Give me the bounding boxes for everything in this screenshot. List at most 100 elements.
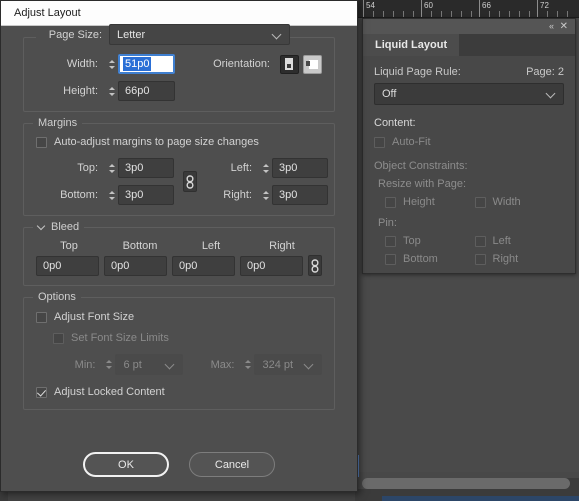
horizontal-ruler[interactable]: 54 60 66 72	[355, 0, 579, 18]
liquid-page-rule-select[interactable]: Off	[374, 83, 564, 105]
scrollbar-thumb[interactable]	[362, 478, 570, 489]
auto-adjust-margins-checkbox[interactable]	[36, 136, 47, 148]
adjust-locked-content-label: Adjust Locked Content	[54, 386, 165, 398]
margin-bottom-label: Bottom:	[60, 189, 98, 201]
bleed-right-input[interactable]: 0p0	[240, 255, 303, 276]
bleed-header-right: Right	[269, 240, 295, 252]
bleed-link-icon[interactable]	[308, 255, 322, 276]
pin-top-checkbox[interactable]	[385, 235, 396, 247]
ruler-label: 54	[366, 1, 375, 10]
margin-left-label: Left:	[230, 162, 252, 174]
page-size-value: Letter	[117, 28, 146, 41]
bleed-header-top: Top	[60, 240, 78, 252]
margin-right-label: Right:	[223, 189, 252, 201]
ok-button[interactable]: OK	[83, 452, 169, 477]
options-group: Options Adjust Font Size Set Font Size L…	[23, 291, 335, 410]
pin-right-checkbox[interactable]	[474, 253, 486, 265]
resize-width-label: Width	[492, 196, 521, 208]
min-font-size-label: Min:	[74, 358, 96, 371]
auto-adjust-margins-label: Auto-adjust margins to page size changes	[54, 136, 259, 148]
margin-bottom-input[interactable]: 3p0	[118, 185, 174, 205]
width-value: 51p0	[123, 57, 152, 71]
page-size-select[interactable]: Letter	[109, 24, 290, 45]
auto-fit-label: Auto-Fit	[392, 136, 431, 148]
margin-left-stepper[interactable]	[259, 158, 272, 178]
ruler-label: 72	[540, 1, 549, 10]
margin-right-value: 3p0	[279, 189, 298, 201]
content-section-label: Content:	[374, 117, 416, 129]
min-font-size-value: 6 pt	[123, 358, 142, 371]
chevron-down-icon	[38, 223, 46, 231]
width-input[interactable]: 51p0	[118, 54, 175, 74]
chevron-down-icon	[305, 360, 314, 369]
max-font-size-stepper[interactable]	[241, 354, 255, 375]
bleed-header-left: Left	[201, 240, 221, 252]
adjust-layout-dialog: Adjust Layout Page Size: Letter Width: 5…	[0, 0, 358, 492]
bleed-bottom-value: 0p0	[111, 259, 130, 272]
margin-left-value: 3p0	[279, 162, 298, 174]
liquid-page-rule-value: Off	[382, 88, 397, 100]
min-font-size-select[interactable]: 6 pt	[115, 354, 183, 375]
pin-bottom-checkbox[interactable]	[385, 253, 396, 265]
panel-titlebar: « ✕	[363, 19, 575, 34]
page-size-label: Page Size:	[36, 28, 109, 41]
panel-tabstrip: Liquid Layout	[363, 34, 575, 56]
margin-bottom-stepper[interactable]	[105, 185, 118, 205]
max-font-size-value: 324 pt	[262, 358, 294, 371]
resize-height-label: Height	[403, 196, 435, 208]
chevron-down-icon	[547, 89, 556, 98]
min-font-size-stepper[interactable]	[102, 354, 116, 375]
height-value: 66p0	[125, 85, 150, 97]
pin-left-checkbox[interactable]	[474, 235, 486, 247]
horizontal-scrollbar[interactable]	[362, 478, 579, 489]
bleed-title-wrap[interactable]: Bleed	[33, 221, 85, 233]
height-input[interactable]: 66p0	[118, 81, 175, 101]
bleed-top-input[interactable]: 0p0	[36, 255, 99, 276]
height-stepper[interactable]	[105, 81, 118, 101]
margin-right-input[interactable]: 3p0	[272, 185, 328, 205]
width-label: Width:	[66, 58, 98, 70]
bleed-left-input[interactable]: 0p0	[172, 255, 235, 276]
margin-top-input[interactable]: 3p0	[118, 158, 174, 178]
adjust-font-size-checkbox[interactable]	[36, 311, 47, 323]
pin-left-label: Left	[492, 235, 511, 247]
collapse-icon[interactable]: «	[549, 21, 554, 32]
resize-height-checkbox[interactable]	[385, 196, 396, 208]
adjust-locked-content-checkbox[interactable]	[36, 386, 47, 398]
pin-top-label: Top	[403, 235, 421, 247]
options-title: Options	[33, 291, 81, 303]
pin-bottom-label: Bottom	[403, 253, 438, 265]
page-size-group: Page Size: Letter Width: 51p0 Orientatio…	[23, 24, 335, 112]
orientation-landscape-button[interactable]	[303, 54, 322, 74]
max-font-size-select[interactable]: 324 pt	[254, 354, 322, 375]
tab-liquid-layout[interactable]: Liquid Layout	[363, 34, 460, 56]
orientation-portrait-button[interactable]	[280, 54, 299, 74]
resize-width-checkbox[interactable]	[474, 196, 486, 208]
liquid-layout-panel: « ✕ Liquid Layout Liquid Page Rule: Page…	[362, 18, 576, 274]
auto-fit-checkbox[interactable]	[374, 136, 385, 148]
height-label: Height:	[63, 85, 98, 97]
margin-right-stepper[interactable]	[259, 185, 272, 205]
cancel-button[interactable]: Cancel	[189, 452, 275, 477]
bleed-left-value: 0p0	[179, 259, 198, 272]
close-icon[interactable]: ✕	[560, 21, 568, 32]
bleed-bottom-input[interactable]: 0p0	[104, 255, 167, 276]
width-stepper[interactable]	[105, 54, 118, 74]
orientation-label: Orientation:	[213, 58, 270, 70]
set-font-size-limits-label: Set Font Size Limits	[71, 332, 169, 344]
adjust-font-size-label: Adjust Font Size	[54, 311, 135, 323]
max-font-size-label: Max:	[210, 358, 235, 371]
margin-left-input[interactable]: 3p0	[272, 158, 328, 178]
margins-title: Margins	[33, 117, 83, 129]
set-font-size-limits-checkbox[interactable]	[53, 332, 64, 344]
object-constraints-label: Object Constraints:	[374, 160, 468, 172]
bleed-title: Bleed	[51, 221, 80, 233]
pin-right-label: Right	[492, 253, 519, 265]
margin-top-stepper[interactable]	[105, 158, 118, 178]
margins-link-icon[interactable]	[183, 171, 197, 192]
margin-top-value: 3p0	[125, 162, 144, 174]
resize-with-page-label: Resize with Page:	[378, 178, 467, 190]
liquid-page-rule-label: Liquid Page Rule:	[374, 66, 461, 78]
bleed-right-value: 0p0	[247, 259, 266, 272]
margin-top-label: Top:	[77, 162, 98, 174]
